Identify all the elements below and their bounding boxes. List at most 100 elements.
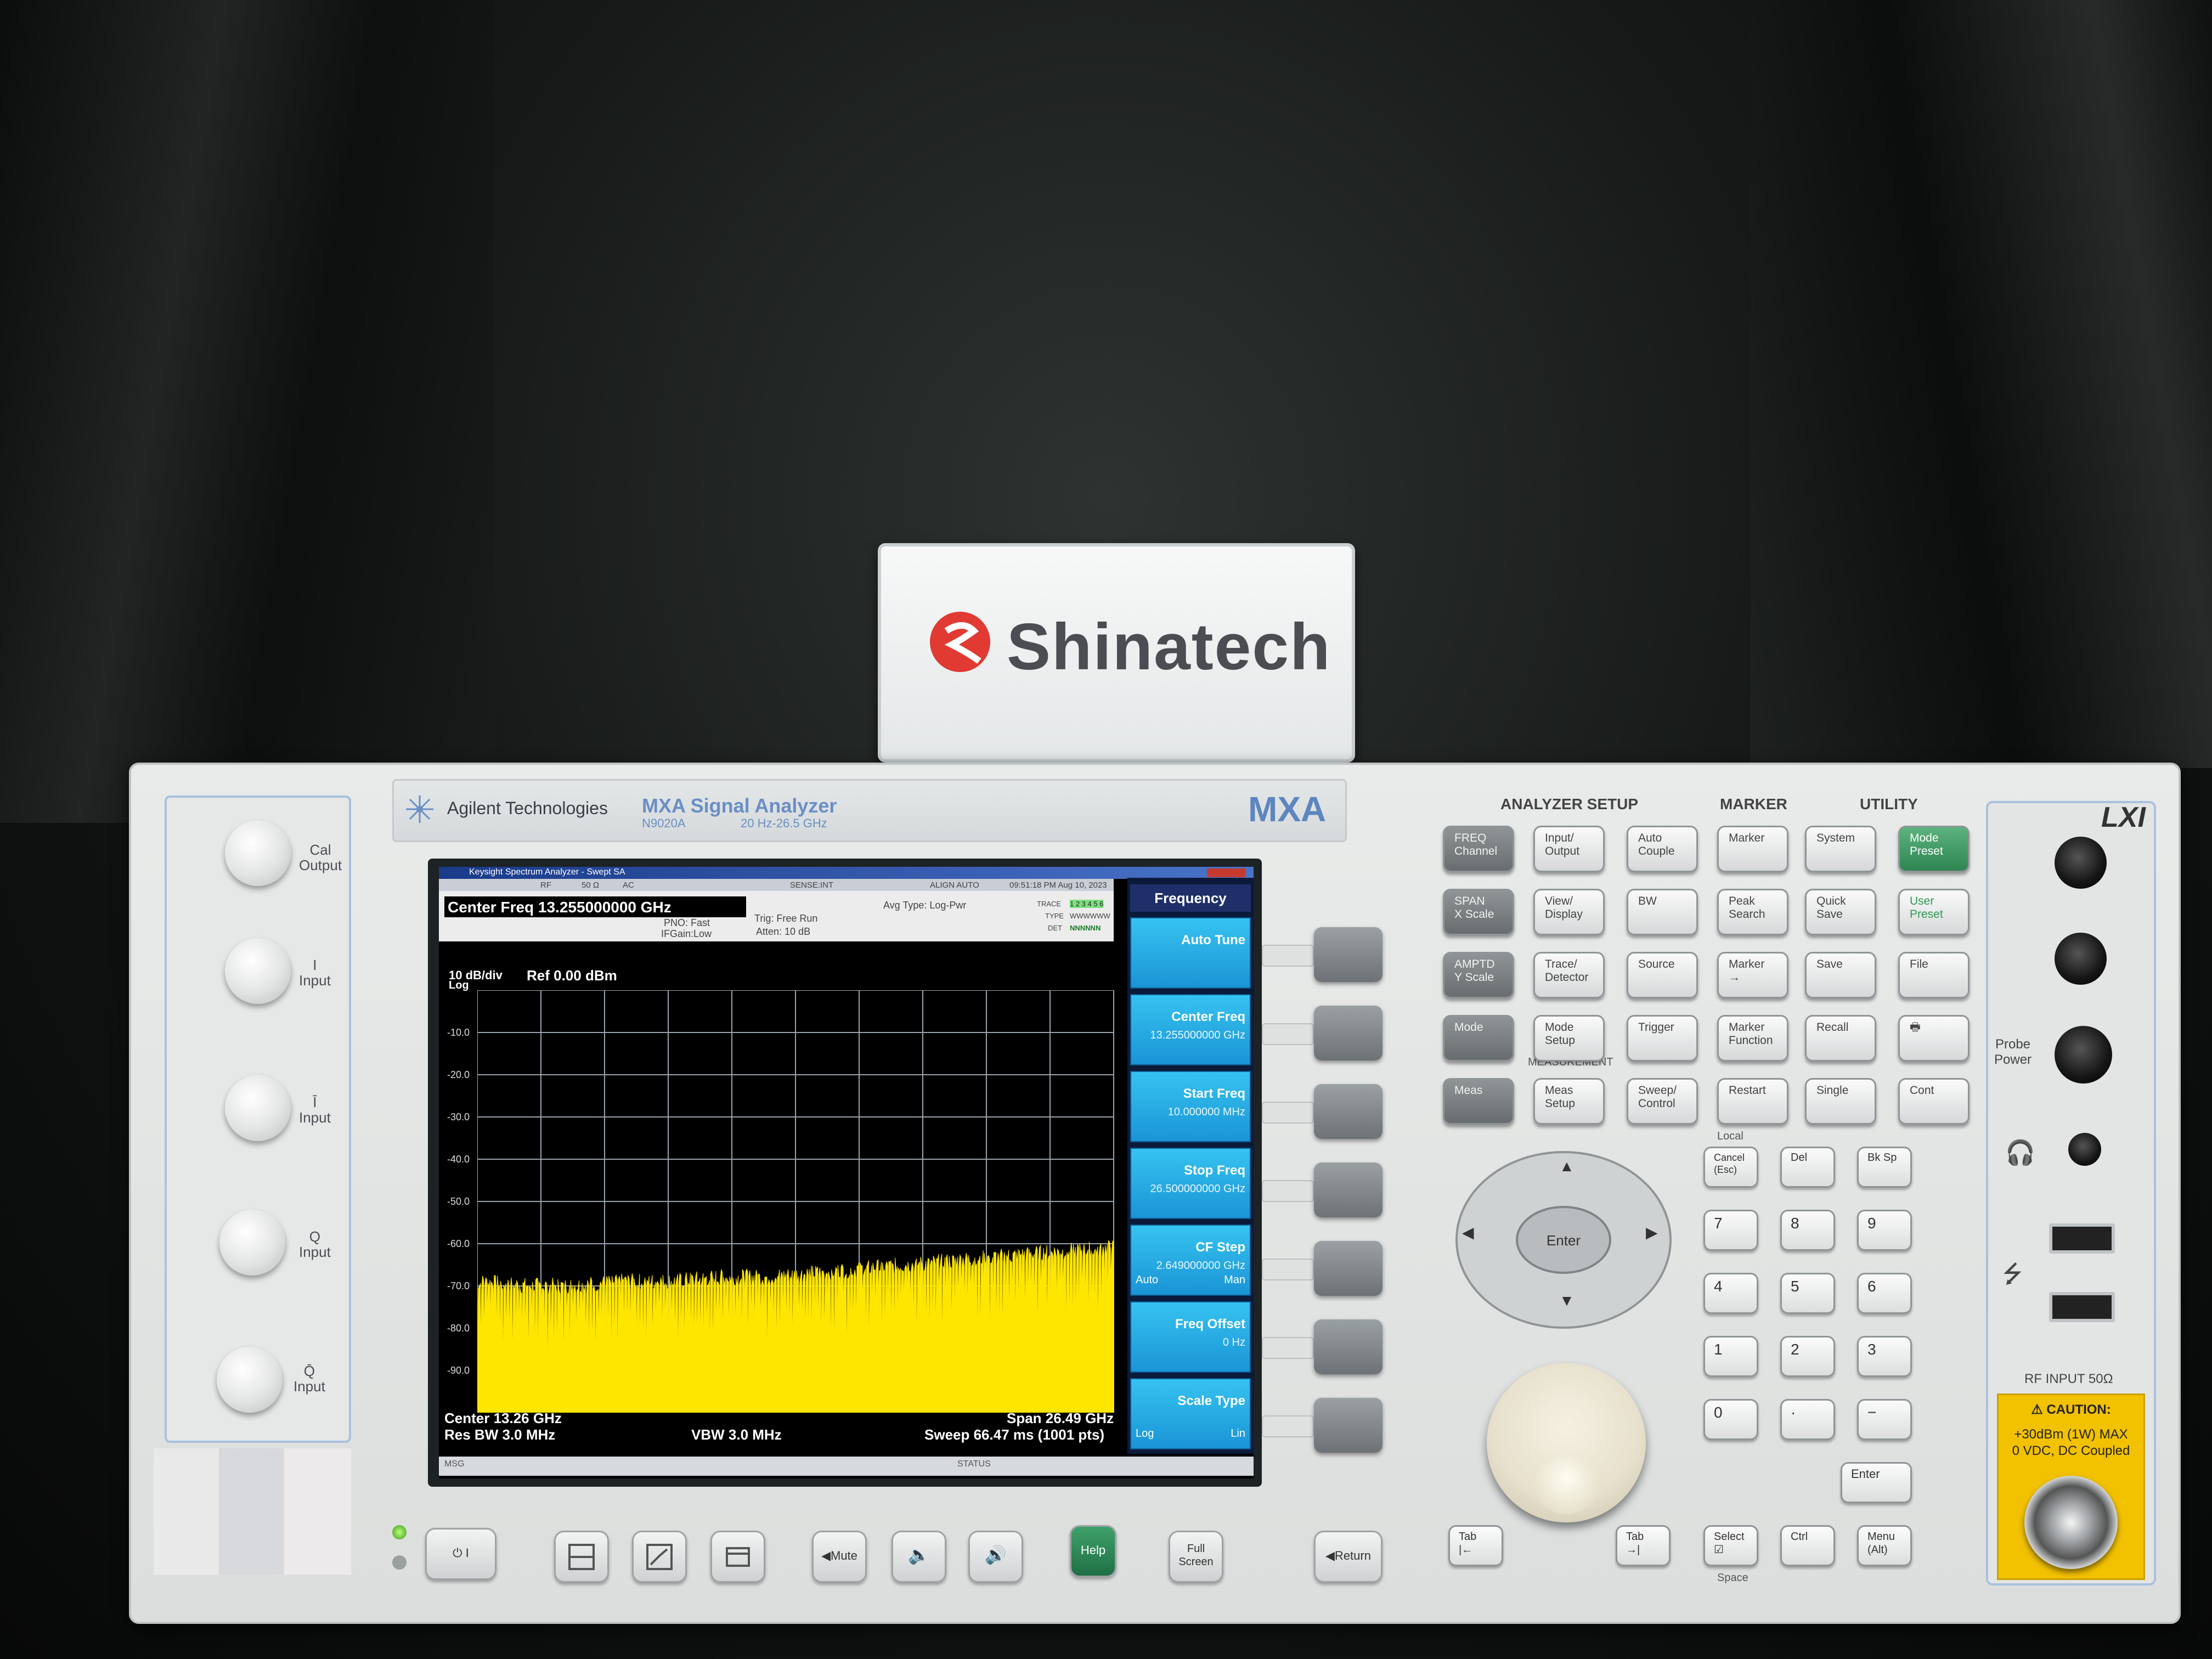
softkey-button-5[interactable] <box>1314 1241 1383 1296</box>
power-button[interactable]: ⏻ I <box>425 1528 496 1580</box>
ctrl-key[interactable]: Ctrl <box>1780 1525 1835 1566</box>
volume-down-button[interactable]: 🔈 <box>891 1531 946 1583</box>
print-key[interactable]: 🖶 <box>1898 1015 1970 1062</box>
softkey-stop-freq[interactable]: Stop Freq 26.500000000 GHz <box>1130 1148 1251 1219</box>
numpad-key-5[interactable]: 6 <box>1857 1273 1912 1314</box>
bw-key[interactable]: BW <box>1627 889 1698 935</box>
freq-key[interactable]: FREQ Channel <box>1443 826 1514 872</box>
mode-key[interactable]: Mode <box>1443 1015 1514 1062</box>
sweep-key[interactable]: Sweep/ Control <box>1627 1078 1698 1125</box>
window-one-button[interactable] <box>554 1531 609 1583</box>
zoom-button[interactable] <box>632 1531 687 1583</box>
volume-up-button[interactable]: 🔊 <box>968 1531 1023 1583</box>
probe-power-jack[interactable] <box>2055 1026 2112 1084</box>
numpad-key-8[interactable]: 3 <box>1857 1336 1912 1377</box>
single-key[interactable]: Single <box>1805 1078 1876 1125</box>
mute-button[interactable]: ◀Mute <box>812 1531 867 1583</box>
softkey-center-freq[interactable]: Center Freq 13.255000000 GHz <box>1130 994 1251 1065</box>
system-key[interactable]: System <box>1805 826 1876 872</box>
softkey-button-1[interactable] <box>1314 927 1383 982</box>
input-key[interactable]: Input/ Output <box>1533 826 1605 872</box>
userpreset-key[interactable]: User Preset <box>1898 889 1970 935</box>
i-input-port[interactable] <box>225 938 291 1004</box>
softkey-title: Auto Tune <box>1181 933 1245 947</box>
softkey-button-3[interactable] <box>1314 1084 1383 1139</box>
caution-title: ⚠ CAUTION: <box>2031 1402 2111 1417</box>
source-key[interactable]: Source <box>1627 952 1698 998</box>
down-arrow-icon[interactable]: ▼ <box>1559 1292 1575 1310</box>
meassetup-key[interactable]: Meas Setup <box>1533 1078 1605 1125</box>
softkey-button-4[interactable] <box>1314 1163 1383 1217</box>
return-button[interactable]: ◀Return <box>1314 1531 1383 1583</box>
y-tick-label: -40.0 <box>447 1154 470 1165</box>
cancel-esc-key[interactable]: Cancel (Esc) <box>1703 1147 1758 1188</box>
restart-key[interactable]: Restart <box>1717 1078 1788 1125</box>
caution-line-1: +30dBm (1W) MAX <box>2014 1427 2128 1442</box>
up-arrow-icon[interactable]: ▲ <box>1559 1158 1575 1175</box>
cont-key[interactable]: Cont <box>1898 1078 1970 1125</box>
menu-alt-key[interactable]: Menu (Alt) <box>1857 1525 1912 1566</box>
softkey-button-7[interactable] <box>1314 1398 1383 1453</box>
numpad-key-4[interactable]: 5 <box>1780 1273 1835 1314</box>
span-key[interactable]: SPAN X Scale <box>1443 889 1514 935</box>
delete-key[interactable]: Del <box>1780 1147 1835 1188</box>
softkey-button-2[interactable] <box>1314 1006 1383 1060</box>
trace-key[interactable]: Trace/ Detector <box>1533 952 1605 998</box>
numpad-key-1[interactable]: 8 <box>1780 1210 1835 1251</box>
amptd-key[interactable]: AMPTD Y Scale <box>1443 952 1514 998</box>
help-button[interactable]: Help <box>1070 1525 1116 1577</box>
tab-left-key[interactable]: Tab |← <box>1448 1525 1503 1566</box>
enter-key[interactable]: Enter <box>1841 1462 1912 1503</box>
full-screen-button[interactable]: Full Screen <box>1169 1531 1223 1583</box>
numpad-key-3[interactable]: 4 <box>1703 1273 1758 1314</box>
numpad-key-6[interactable]: 1 <box>1703 1336 1758 1377</box>
knob-dimple <box>1533 1454 1599 1514</box>
view-key[interactable]: View/ Display <box>1533 889 1605 935</box>
usb-port-1[interactable] <box>2049 1223 2115 1254</box>
softkey-button-6[interactable] <box>1314 1319 1383 1374</box>
numpad-key-2[interactable]: 9 <box>1857 1210 1912 1251</box>
markerfunc-key[interactable]: Marker Function <box>1717 1015 1788 1062</box>
softkey-auto-tune[interactable]: Auto Tune <box>1130 917 1251 989</box>
cal-output-port[interactable] <box>225 820 291 886</box>
autocouple-key[interactable]: Auto Couple <box>1627 826 1698 872</box>
rf-input-connector[interactable] <box>2024 1476 2118 1569</box>
trigger-key[interactable]: Trigger <box>1627 1015 1698 1062</box>
softkey-menu-header: Frequency <box>1130 884 1251 912</box>
softkey-cf-step[interactable]: CF Step 2.649000000 GHz Auto Man <box>1130 1224 1251 1296</box>
file-key[interactable]: File <box>1898 952 1970 998</box>
peak-key[interactable]: Peak Search <box>1717 889 1788 935</box>
select-key[interactable]: Select ☑ <box>1703 1525 1758 1566</box>
close-icon[interactable] <box>1207 868 1245 877</box>
softkey-scale-type[interactable]: Scale Type Log Lin <box>1130 1378 1251 1449</box>
probe-jack-1[interactable] <box>2055 837 2107 889</box>
headphone-jack[interactable] <box>2068 1133 2101 1166</box>
modesetup-key[interactable]: Mode Setup <box>1533 1015 1605 1062</box>
numpad-key-7[interactable]: 2 <box>1780 1336 1835 1377</box>
cal-output-label: Cal Output <box>299 842 342 873</box>
probe-jack-2[interactable] <box>2055 933 2107 985</box>
save-key[interactable]: Save <box>1805 952 1876 998</box>
marker-key[interactable]: Marker <box>1717 826 1788 872</box>
quicksave-key[interactable]: Quick Save <box>1805 889 1876 935</box>
meas-key[interactable]: Meas <box>1443 1078 1514 1125</box>
left-arrow-icon[interactable]: ◀ <box>1462 1223 1474 1242</box>
modepreset-key[interactable]: Mode Preset <box>1898 826 1970 872</box>
next-window-button[interactable] <box>710 1531 765 1583</box>
softkey-freq-offset[interactable]: Freq Offset 0 Hz <box>1130 1301 1251 1373</box>
i-bar-input-port[interactable] <box>225 1075 291 1141</box>
softkey-start-freq[interactable]: Start Freq 10.000000 MHz <box>1130 1071 1251 1142</box>
q-bar-input-port[interactable] <box>217 1347 283 1413</box>
right-arrow-icon[interactable]: ▶ <box>1646 1223 1658 1242</box>
numpad-key-10[interactable]: · <box>1780 1399 1835 1440</box>
numpad-key-0[interactable]: 7 <box>1703 1210 1758 1251</box>
usb-port-2[interactable] <box>2049 1292 2115 1322</box>
numpad-key-11[interactable]: − <box>1857 1399 1912 1440</box>
q-input-port[interactable] <box>219 1210 285 1276</box>
tab-right-key[interactable]: Tab →| <box>1616 1525 1671 1566</box>
numpad-key-9[interactable]: 0 <box>1703 1399 1758 1440</box>
markerarrow-key[interactable]: Marker → <box>1717 952 1788 998</box>
recall-key[interactable]: Recall <box>1805 1015 1876 1062</box>
backspace-key[interactable]: Bk Sp <box>1857 1147 1912 1188</box>
ifgain-setting: IFGain:Low <box>661 928 712 939</box>
